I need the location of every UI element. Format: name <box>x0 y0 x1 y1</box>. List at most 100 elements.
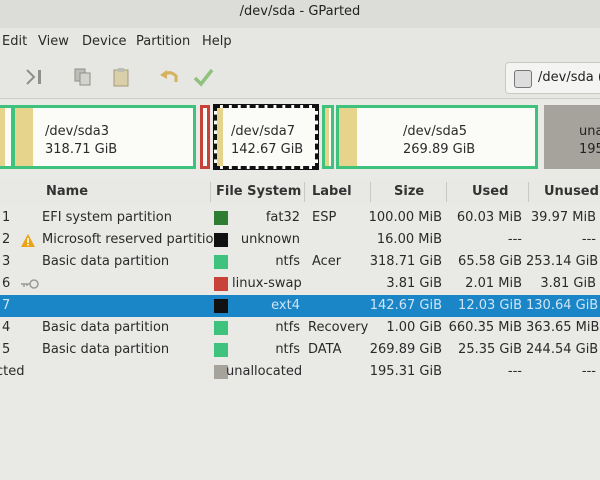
paste-icon[interactable] <box>110 66 132 88</box>
fs-color-swatch <box>214 233 228 247</box>
row-name: EFI system partition <box>42 210 172 225</box>
row-size: 142.67 GiB <box>369 298 442 313</box>
row-filesystem: linux-swap <box>232 276 302 291</box>
row-unused: 244.54 GiB <box>526 342 599 357</box>
row-used: 12.03 GiB <box>458 298 522 313</box>
row-unused: 253.14 GiB <box>526 254 599 269</box>
table-header: Name File System Label Size Used Unused <box>0 178 600 206</box>
row-label: Acer <box>312 254 342 269</box>
row-filesystem: fat32 <box>265 210 300 225</box>
row-filesystem: ntfs <box>275 254 300 269</box>
row-used: 2.01 MiB <box>465 276 522 291</box>
row-unused: --- <box>581 232 596 247</box>
row-name: Basic data partition <box>42 320 170 335</box>
col-header-unused[interactable]: Unused <box>544 184 599 199</box>
undo-icon[interactable] <box>158 66 180 88</box>
row-name: Microsoft reserved partition <box>42 232 222 247</box>
row-filesystem: unknown <box>240 232 300 247</box>
row-size: 269.89 GiB <box>369 342 442 357</box>
menu-device[interactable]: Device <box>82 34 126 49</box>
copy-icon[interactable] <box>72 66 94 88</box>
menu-help[interactable]: Help <box>202 34 232 49</box>
partition-block-size: 195 <box>579 142 600 157</box>
menu-view[interactable]: View <box>38 34 69 49</box>
row-number: 3 <box>2 254 11 269</box>
row-number: 7 <box>2 298 11 313</box>
col-header-filesystem[interactable]: File System <box>216 184 301 199</box>
row-unused: 3.81 GiB <box>540 276 596 291</box>
partition-block-name: una <box>579 124 600 139</box>
menu-partition[interactable]: Partition <box>136 34 190 49</box>
row-size: 1.00 GiB <box>386 320 442 335</box>
table-row[interactable]: 4 Basic data partition ntfs Recovery 1.0… <box>0 317 600 339</box>
device-selector-label: /dev/sda ( <box>538 70 600 85</box>
toolbar: /dev/sda ( <box>0 56 600 99</box>
partition-block-name: /dev/sda7 <box>231 124 295 139</box>
partition-block-name: /dev/sda3 <box>45 124 109 139</box>
table-row-selected[interactable]: 7 ext4 142.67 GiB 12.03 GiB 130.64 GiB <box>0 295 600 317</box>
row-number: 6 <box>2 276 11 291</box>
drive-icon <box>514 70 532 88</box>
row-filesystem: ntfs <box>275 320 300 335</box>
row-unused: 130.64 GiB <box>526 298 599 313</box>
device-selector[interactable]: /dev/sda ( <box>505 62 600 94</box>
row-unused: 39.97 MiB <box>530 210 596 225</box>
row-size: 195.31 GiB <box>369 364 442 379</box>
apply-icon[interactable] <box>24 66 46 88</box>
row-used: 60.03 MiB <box>456 210 522 225</box>
window-title: /dev/sda - GParted <box>0 0 600 28</box>
table-row[interactable]: 6 linux-swap 3.81 GiB 2.01 MiB 3.81 GiB <box>0 273 600 295</box>
fs-color-swatch <box>214 255 228 269</box>
row-size: 16.00 MiB <box>376 232 442 247</box>
row-number: 5 <box>2 342 11 357</box>
row-used: 25.35 GiB <box>458 342 522 357</box>
table-row[interactable]: 3 Basic data partition ntfs Acer 318.71 … <box>0 251 600 273</box>
partition-map: /dev/sda3 318.71 GiB /dev/sda7 142.67 Gi… <box>0 100 600 176</box>
fs-color-swatch <box>214 321 228 335</box>
row-unused: 363.65 MiB <box>526 320 600 335</box>
fs-color-swatch <box>214 299 228 313</box>
partition-block-sda5[interactable]: /dev/sda5 269.89 GiB <box>336 105 538 169</box>
partition-block-sda3[interactable]: /dev/sda3 318.71 GiB <box>12 105 196 169</box>
table-row[interactable]: cted unallocated 195.31 GiB --- --- <box>0 361 600 383</box>
partition-block-sda4[interactable] <box>322 105 334 169</box>
partition-block-unallocated[interactable]: una 195 <box>544 105 600 169</box>
row-size: 318.71 GiB <box>369 254 442 269</box>
row-unused: --- <box>581 364 596 379</box>
row-label: DATA <box>308 342 342 357</box>
row-size: 3.81 GiB <box>386 276 442 291</box>
row-filesystem: ext4 <box>271 298 300 313</box>
col-header-name[interactable]: Name <box>46 184 88 199</box>
partition-block-size: 269.89 GiB <box>403 142 476 157</box>
row-used: --- <box>507 232 522 247</box>
partition-block-size: 318.71 GiB <box>45 142 118 157</box>
col-header-label[interactable]: Label <box>312 184 352 199</box>
col-header-used[interactable]: Used <box>472 184 508 199</box>
menu-edit[interactable]: Edit <box>2 34 27 49</box>
fs-color-swatch <box>214 277 228 291</box>
check-icon[interactable] <box>192 66 214 88</box>
partition-block-sda7[interactable]: /dev/sda7 142.67 GiB <box>213 104 319 170</box>
row-used: 660.35 MiB <box>448 320 522 335</box>
row-number: cted <box>0 364 25 379</box>
col-header-size[interactable]: Size <box>394 184 424 199</box>
table-row[interactable]: 2 Microsoft reserved partition unknown 1… <box>0 229 600 251</box>
menubar: Edit View Device Partition Help <box>0 28 600 56</box>
partition-block-swap[interactable] <box>200 105 210 169</box>
row-number: 2 <box>2 232 11 247</box>
partition-block-name: /dev/sda5 <box>403 124 467 139</box>
row-used: --- <box>507 364 522 379</box>
table-row[interactable]: 1 EFI system partition fat32 ESP 100.00 … <box>0 207 600 229</box>
row-number: 1 <box>2 210 11 225</box>
row-number: 4 <box>2 320 11 335</box>
row-used: 65.58 GiB <box>458 254 522 269</box>
row-name: Basic data partition <box>42 254 170 269</box>
fs-color-swatch <box>214 343 228 357</box>
fs-color-swatch <box>214 211 228 225</box>
row-label: ESP <box>312 210 337 225</box>
row-size: 100.00 MiB <box>368 210 442 225</box>
partition-block-size: 142.67 GiB <box>231 142 304 157</box>
table-row[interactable]: 5 Basic data partition ntfs DATA 269.89 … <box>0 339 600 361</box>
row-name: Basic data partition <box>42 342 170 357</box>
row-filesystem: unallocated <box>226 364 303 379</box>
